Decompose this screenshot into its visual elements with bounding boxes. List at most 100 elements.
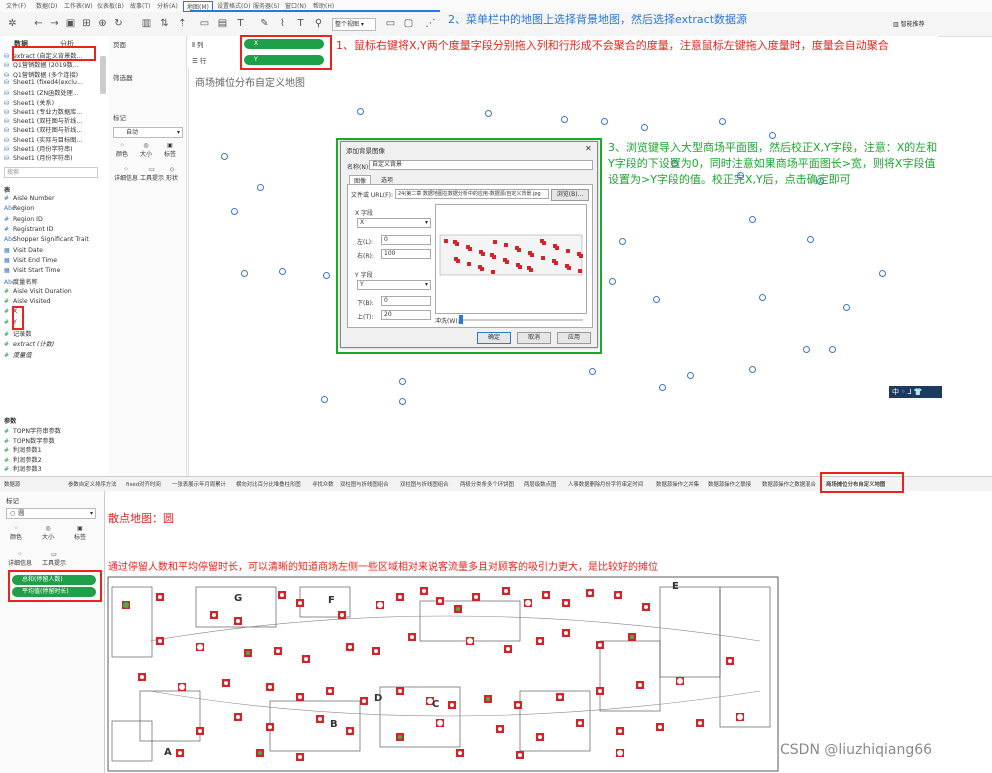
sheet-tab[interactable]: 数据源操作之数据混合 bbox=[762, 480, 816, 488]
sheet-tab[interactable]: 数据源操作之联接 bbox=[708, 480, 751, 488]
scatter-point[interactable] bbox=[759, 294, 766, 301]
datasource-item[interactable]: ⛁ Q1营销数据 (多个连接) bbox=[4, 70, 78, 79]
lower-size-button[interactable]: ◎ 大小 bbox=[42, 525, 54, 541]
field-item[interactable]: # Registrant ID bbox=[4, 226, 53, 233]
sheet-tab[interactable]: 寻找众数 bbox=[312, 480, 334, 488]
scatter-point[interactable] bbox=[321, 396, 328, 403]
size-button[interactable]: ◎ 大小 bbox=[140, 142, 152, 158]
lower-color-button[interactable]: ⁘ 颜色 bbox=[10, 525, 22, 541]
booth-marker[interactable] bbox=[266, 683, 274, 691]
menu-dashboard[interactable]: 仪表板(B) bbox=[97, 1, 124, 10]
field-item[interactable]: # Aisle Number bbox=[4, 195, 55, 202]
scatter-point[interactable] bbox=[641, 124, 648, 131]
menu-help[interactable]: 帮助(H) bbox=[313, 1, 334, 10]
booth-marker[interactable] bbox=[542, 591, 550, 599]
sheet-tab[interactable]: 数据源操作之并集 bbox=[656, 480, 699, 488]
booth-marker[interactable] bbox=[562, 599, 570, 607]
booth-marker[interactable] bbox=[628, 633, 636, 641]
booth-marker[interactable] bbox=[346, 643, 354, 651]
clip-icon[interactable]: ⌇ bbox=[276, 17, 289, 30]
new-datasource-icon[interactable]: ⊞ bbox=[80, 17, 93, 30]
datasource-item[interactable]: ⛁ Q1营销数据 (2019数... bbox=[4, 60, 79, 69]
param-item[interactable]: # 利润参数2 bbox=[4, 455, 42, 464]
tableau-logo-icon[interactable]: ✲ bbox=[6, 17, 19, 30]
lower-tooltip-button[interactable]: ▭ 工具提示 bbox=[42, 551, 66, 567]
lower-detail-button[interactable]: ⁘ 详细信息 bbox=[8, 551, 32, 567]
field-item[interactable]: # 度量值 bbox=[4, 350, 32, 359]
presentation-icon[interactable]: ▭ bbox=[384, 17, 397, 30]
booth-marker[interactable] bbox=[676, 677, 684, 685]
swap-icon[interactable]: ⇅ bbox=[158, 17, 171, 30]
field-item[interactable]: ▦ Visit Date bbox=[4, 247, 43, 254]
booth-marker[interactable] bbox=[376, 601, 384, 609]
field-item[interactable]: # extract (计数) bbox=[4, 339, 54, 348]
scatter-point[interactable] bbox=[687, 372, 694, 379]
sheet-tab[interactable]: 参数自定义排序方法 bbox=[68, 480, 117, 488]
scatter-point[interactable] bbox=[357, 108, 364, 115]
scatter-point[interactable] bbox=[485, 110, 492, 117]
menu-file[interactable]: 文件(F) bbox=[6, 1, 26, 10]
scatter-point[interactable] bbox=[561, 116, 568, 123]
booth-marker[interactable] bbox=[454, 605, 462, 613]
scatter-point[interactable] bbox=[829, 346, 836, 353]
booth-marker[interactable] bbox=[296, 753, 304, 761]
booth-marker[interactable] bbox=[514, 701, 522, 709]
field-item[interactable]: # Aisle Visit Duration bbox=[4, 288, 72, 295]
menu-worksheet[interactable]: 工作表(W) bbox=[64, 1, 93, 10]
booth-marker[interactable] bbox=[396, 733, 404, 741]
scatter-point[interactable] bbox=[749, 366, 756, 373]
datasource-tab[interactable]: 数据源 bbox=[4, 480, 20, 488]
sheet-tab[interactable]: 两层级数点图 bbox=[524, 480, 556, 488]
booth-marker[interactable] bbox=[504, 645, 512, 653]
scatter-point[interactable] bbox=[323, 272, 330, 279]
scatter-point[interactable] bbox=[231, 208, 238, 215]
tooltip-button[interactable]: ▭ 工具提示 bbox=[140, 166, 164, 182]
booth-marker[interactable] bbox=[346, 727, 354, 735]
pin-icon[interactable]: ⚲ bbox=[312, 17, 325, 30]
booth-marker[interactable] bbox=[266, 723, 274, 731]
booth-marker[interactable] bbox=[556, 693, 564, 701]
booth-marker[interactable] bbox=[448, 701, 456, 709]
booth-marker[interactable] bbox=[302, 655, 310, 663]
scatter-point[interactable] bbox=[659, 384, 666, 391]
highlight-icon[interactable]: ▭ bbox=[198, 17, 211, 30]
scatter-point[interactable] bbox=[879, 270, 886, 277]
label-button[interactable]: ▣ 标签 bbox=[164, 142, 176, 158]
sheet-tab[interactable]: 一张表展示年月周累计 bbox=[172, 480, 226, 488]
field-item[interactable]: # Aisle Visited bbox=[4, 298, 51, 305]
scatter-point[interactable] bbox=[241, 270, 248, 277]
smart-recommend-button[interactable]: ▥ 智能推荐 bbox=[893, 19, 925, 28]
pen-icon[interactable]: ✎ bbox=[258, 17, 271, 30]
booth-marker[interactable] bbox=[244, 649, 252, 657]
booth-marker[interactable] bbox=[524, 599, 532, 607]
datasource-item[interactable]: ⛁ Sheet1 (月份字符串) bbox=[4, 144, 73, 153]
booth-marker[interactable] bbox=[736, 713, 744, 721]
new-sheet-icon[interactable]: ⊕ bbox=[96, 17, 109, 30]
group-icon[interactable]: ▤ bbox=[216, 17, 229, 30]
datasource-item[interactable]: ⛁ Sheet1 (关系) bbox=[4, 98, 54, 107]
scatter-point[interactable] bbox=[843, 304, 850, 311]
booth-marker[interactable] bbox=[256, 749, 264, 757]
datasource-item[interactable]: ⛁ Sheet1 (ZN函数处理... bbox=[4, 88, 79, 97]
booth-marker[interactable] bbox=[696, 719, 704, 727]
field-item[interactable]: AbcRegion bbox=[4, 205, 34, 212]
datasource-item[interactable]: ⛁ Sheet1 (双柱图与折线... bbox=[4, 116, 82, 125]
share-icon[interactable]: ⋰ bbox=[424, 17, 437, 30]
back-icon[interactable]: ← bbox=[32, 17, 45, 30]
scatter-point[interactable] bbox=[221, 153, 228, 160]
booth-marker[interactable] bbox=[372, 647, 380, 655]
booth-marker[interactable] bbox=[436, 597, 444, 605]
scatter-point[interactable] bbox=[719, 118, 726, 125]
booth-marker[interactable] bbox=[316, 715, 324, 723]
forward-icon[interactable]: → bbox=[48, 17, 61, 30]
sheet-tab[interactable]: 月份字符串定时间 bbox=[600, 480, 643, 488]
scatter-point[interactable] bbox=[601, 118, 608, 125]
label-icon[interactable]: T bbox=[234, 17, 247, 30]
param-item[interactable]: # TOPN数字参数 bbox=[4, 436, 55, 445]
menu-window[interactable]: 窗口(N) bbox=[285, 1, 306, 10]
booth-marker[interactable] bbox=[596, 687, 604, 695]
scatter-point[interactable] bbox=[803, 346, 810, 353]
text-icon[interactable]: T bbox=[294, 17, 307, 30]
param-item[interactable]: # 利润参数1 bbox=[4, 445, 42, 454]
booth-marker[interactable] bbox=[234, 713, 242, 721]
